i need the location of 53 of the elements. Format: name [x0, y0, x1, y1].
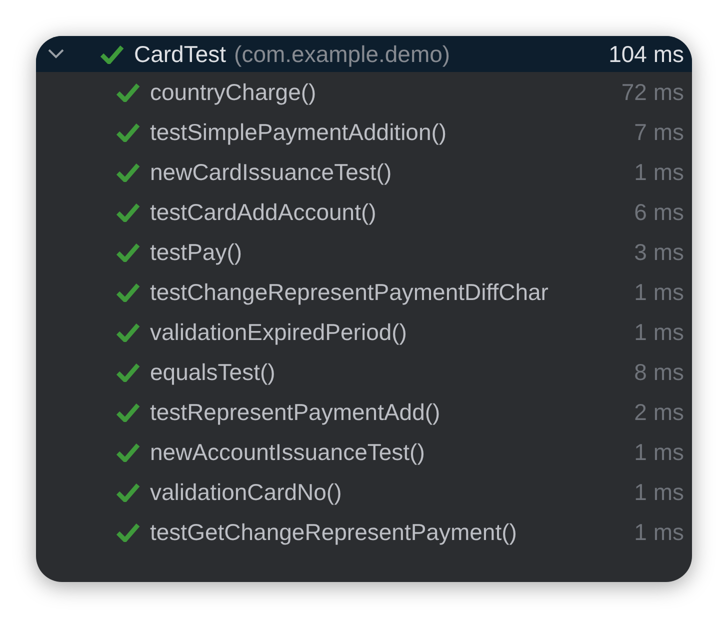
test-name: newAccountIssuanceTest() — [150, 438, 425, 466]
test-row[interactable]: newAccountIssuanceTest() 1 ms — [36, 432, 692, 472]
checkmark-icon — [116, 282, 140, 302]
duration: 1 ms — [633, 278, 684, 306]
duration: 1 ms — [633, 438, 684, 466]
test-row[interactable]: validationExpiredPeriod() 1 ms — [36, 312, 692, 352]
test-row[interactable]: testGetChangeRepresentPayment() 1 ms — [36, 512, 692, 552]
test-row[interactable]: testCardAddAccount() 6 ms — [36, 192, 692, 232]
test-name: testSimplePaymentAddition() — [150, 118, 447, 146]
test-name: equalsTest() — [150, 358, 276, 386]
checkmark-icon — [116, 242, 140, 262]
test-row[interactable]: testSimplePaymentAddition() 7 ms — [36, 112, 692, 152]
duration: 8 ms — [633, 358, 684, 386]
test-row[interactable]: newCardIssuanceTest() 1 ms — [36, 152, 692, 192]
duration: 104 ms — [608, 40, 684, 68]
test-row[interactable]: countryCharge() 72 ms — [36, 72, 692, 112]
package-name: (com.example.demo) — [234, 40, 450, 68]
duration: 3 ms — [633, 238, 684, 266]
duration: 7 ms — [633, 118, 684, 146]
checkmark-icon — [116, 122, 140, 142]
checkmark-icon — [116, 82, 140, 102]
checkmark-icon — [116, 482, 140, 502]
duration: 2 ms — [633, 398, 684, 426]
checkmark-icon — [116, 162, 140, 182]
duration: 1 ms — [633, 318, 684, 346]
duration: 1 ms — [633, 158, 684, 186]
suite-row[interactable]: CardTest (com.example.demo) 104 ms — [36, 36, 692, 72]
checkmark-icon — [116, 202, 140, 222]
test-row[interactable]: testPay() 3 ms — [36, 232, 692, 272]
checkmark-icon — [116, 362, 140, 382]
test-name: testRepresentPaymentAdd() — [150, 398, 440, 426]
checkmark-icon — [116, 522, 140, 542]
duration: 6 ms — [633, 198, 684, 226]
suite-name: CardTest — [134, 40, 226, 68]
duration: 1 ms — [633, 518, 684, 546]
checkmark-icon — [116, 322, 140, 342]
test-name: countryCharge() — [150, 78, 316, 106]
checkmark-icon — [116, 442, 140, 462]
duration: 1 ms — [633, 478, 684, 506]
test-row[interactable]: validationCardNo() 1 ms — [36, 472, 692, 512]
test-row[interactable]: testRepresentPaymentAdd() 2 ms — [36, 392, 692, 432]
test-name: validationCardNo() — [150, 478, 342, 506]
test-name: newCardIssuanceTest() — [150, 158, 392, 186]
test-name: testCardAddAccount() — [150, 198, 376, 226]
test-name: testChangeRepresentPaymentDiffChar — [150, 278, 548, 306]
test-name: validationExpiredPeriod() — [150, 318, 407, 346]
duration: 72 ms — [620, 78, 684, 106]
test-name: testPay() — [150, 238, 242, 266]
test-row[interactable]: equalsTest() 8 ms — [36, 352, 692, 392]
test-name: testGetChangeRepresentPayment() — [150, 518, 517, 546]
test-row[interactable]: testChangeRepresentPaymentDiffChar 1 ms — [36, 272, 692, 312]
checkmark-icon — [100, 44, 124, 64]
checkmark-icon — [116, 402, 140, 422]
